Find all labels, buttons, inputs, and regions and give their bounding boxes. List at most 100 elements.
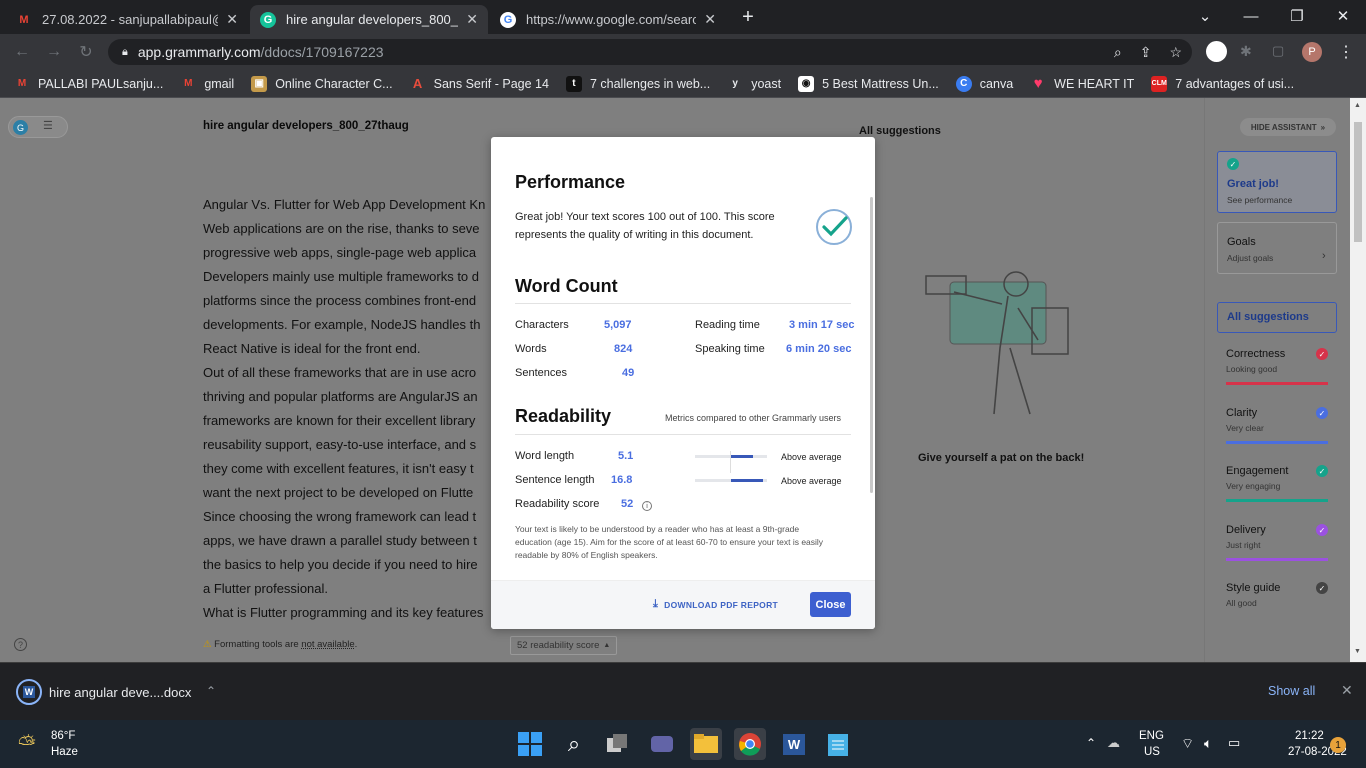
- doc-text-line[interactable]: What is Flutter programming and its key …: [203, 605, 483, 620]
- dialog-scrollbar[interactable]: [870, 197, 873, 493]
- clock-time[interactable]: 21:22: [1295, 730, 1324, 742]
- close-tab-icon[interactable]: ✕: [704, 11, 716, 28]
- help-icon[interactable]: ?: [14, 638, 27, 651]
- back-icon[interactable]: ←: [10, 40, 34, 64]
- search-icon[interactable]: ⌕: [558, 728, 590, 760]
- show-all-button[interactable]: Show all: [1268, 684, 1315, 698]
- scroll-up-icon[interactable]: ▲: [1354, 102, 1361, 109]
- doc-text-line[interactable]: developments. For example, NodeJS handle…: [203, 317, 481, 332]
- delivery-filter[interactable]: Delivery Just right ✓: [1226, 524, 1328, 561]
- bookmark-item[interactable]: y yoast: [727, 75, 781, 92]
- bookmark-item[interactable]: ▣ Online Character C...: [251, 75, 393, 92]
- doc-text-line[interactable]: Angular Vs. Flutter for Web App Developm…: [203, 197, 485, 212]
- close-download-bar-icon[interactable]: ✕: [1341, 682, 1353, 699]
- scroll-down-icon[interactable]: ▼: [1354, 648, 1361, 655]
- hide-assistant-button[interactable]: HIDE ASSISTANT»: [1240, 118, 1336, 136]
- bookmark-item[interactable]: M PALLABI PAULsanju...: [14, 75, 163, 92]
- tab-grammarly[interactable]: G hire angular developers_800_27th ✕: [250, 5, 488, 34]
- doc-text-line[interactable]: thriving and popular platforms are Angul…: [203, 389, 478, 404]
- formatting-link[interactable]: not available: [301, 639, 354, 650]
- page-scrollbar[interactable]: ▲ ▼: [1350, 98, 1366, 662]
- bookmark-item[interactable]: ♥ WE HEART IT: [1030, 75, 1134, 92]
- chrome-icon[interactable]: [734, 728, 766, 760]
- grammarly-menu-button[interactable]: G ☰: [8, 116, 68, 138]
- close-button[interactable]: Close: [810, 592, 851, 617]
- wifi-icon[interactable]: ⌔: [1181, 735, 1194, 753]
- doc-text-line[interactable]: the basics to help you decide if you nee…: [203, 557, 478, 572]
- volume-icon[interactable]: 🔈︎: [1204, 735, 1212, 752]
- region-label[interactable]: US: [1144, 746, 1160, 758]
- extension-icon[interactable]: [1206, 41, 1227, 62]
- close-window-button[interactable]: ✕: [1320, 0, 1366, 32]
- weather-label[interactable]: Haze: [51, 746, 78, 758]
- goals-card[interactable]: Goals Adjust goals ›: [1217, 222, 1337, 274]
- doc-text-line[interactable]: Out of all these frameworks that are in …: [203, 365, 476, 380]
- warning-icon: ⚠: [203, 639, 212, 650]
- side-panel-icon[interactable]: ▢: [1272, 43, 1288, 59]
- menu-icon[interactable]: ⋮: [1338, 42, 1354, 62]
- bookmark-item[interactable]: CLM 7 advantages of usi...: [1151, 75, 1294, 92]
- doc-text-line[interactable]: progressive web apps, single-page web ap…: [203, 245, 476, 260]
- style-guide-filter[interactable]: Style guide All good ✓: [1226, 582, 1328, 608]
- restore-button[interactable]: ❐: [1274, 0, 1320, 32]
- doc-text-line[interactable]: Developers mainly use multiple framework…: [203, 269, 479, 284]
- weather-icon[interactable]: ⛅︎: [18, 731, 36, 757]
- tab-gmail[interactable]: M 27.08.2022 - sanjupallabipaul@g ✕: [6, 5, 248, 34]
- doc-text-line[interactable]: apps, we have drawn a parallel study bet…: [203, 533, 477, 548]
- all-suggestions-filter[interactable]: All suggestions: [1217, 302, 1337, 333]
- start-icon[interactable]: [514, 728, 546, 760]
- close-tab-icon[interactable]: ✕: [226, 11, 238, 28]
- profile-avatar[interactable]: P: [1302, 42, 1322, 62]
- engagement-filter[interactable]: Engagement Very engaging ✓: [1226, 465, 1328, 502]
- minimize-button[interactable]: —: [1228, 0, 1274, 32]
- doc-text-line[interactable]: frameworks are known for their excellent…: [203, 413, 475, 428]
- scrollbar-thumb[interactable]: [1354, 122, 1362, 242]
- doc-text-line[interactable]: they come with excellent features, it is…: [203, 461, 474, 476]
- doc-text-line[interactable]: reusability support, easy-to-use interfa…: [203, 437, 476, 452]
- forward-icon[interactable]: →: [42, 40, 66, 64]
- close-tab-icon[interactable]: ✕: [466, 11, 478, 28]
- language-label[interactable]: ENG: [1139, 730, 1164, 742]
- download-file-name[interactable]: hire angular deve....docx: [49, 685, 191, 700]
- word-app-icon[interactable]: W: [778, 728, 810, 760]
- notepad-icon[interactable]: [822, 728, 854, 760]
- doc-text-line[interactable]: Web applications are on the rise, thanks…: [203, 221, 480, 236]
- doc-text-line[interactable]: want the next project to be developed on…: [203, 485, 473, 500]
- doc-text-line[interactable]: platforms since the process combines fro…: [203, 293, 476, 308]
- reload-icon[interactable]: ↻: [74, 40, 98, 64]
- task-view-icon[interactable]: [602, 728, 634, 760]
- teams-chat-icon[interactable]: [646, 728, 678, 760]
- bookmark-star-icon[interactable]: ☆: [1169, 44, 1182, 61]
- doc-text-line[interactable]: a Flutter professional.: [203, 581, 328, 596]
- info-icon[interactable]: i: [642, 501, 652, 511]
- share-icon[interactable]: ⇪: [1140, 44, 1152, 61]
- onedrive-icon[interactable]: ☁︎: [1107, 735, 1120, 751]
- download-pdf-button[interactable]: ⤓ DOWNLOAD PDF REPORT: [653, 598, 778, 611]
- chevron-up-icon[interactable]: ⌃: [1086, 736, 1096, 750]
- file-explorer-icon[interactable]: [690, 728, 722, 760]
- new-tab-button[interactable]: +: [736, 6, 760, 28]
- battery-icon[interactable]: ▭: [1228, 735, 1240, 751]
- great-job-card[interactable]: ✓ Great job! See performance: [1217, 151, 1337, 213]
- bookmark-item[interactable]: t 7 challenges in web...: [565, 75, 710, 92]
- correctness-filter[interactable]: Correctness Looking good ✓: [1226, 348, 1328, 385]
- bookmark-item[interactable]: ◉ 5 Best Mattress Un...: [798, 75, 939, 92]
- bookmark-item[interactable]: Mgmail: [180, 75, 234, 92]
- document-title[interactable]: hire angular developers_800_27thaug: [203, 120, 409, 132]
- chevron-up-icon[interactable]: ⌃: [206, 684, 216, 698]
- readability-chip[interactable]: 52 readability score ▲: [510, 636, 618, 655]
- notification-badge[interactable]: 1: [1330, 737, 1346, 753]
- address-bar[interactable]: 🔒︎ app.grammarly.com/ddocs/1709167223 ⌕ …: [108, 39, 1192, 65]
- tab-google[interactable]: G https://www.google.com/search? ✕: [490, 5, 726, 34]
- extensions-icon[interactable]: ✱: [1240, 43, 1256, 59]
- doc-text-line[interactable]: Since choosing the wrong framework can l…: [203, 509, 476, 524]
- bookmark-item[interactable]: A Sans Serif - Page 14: [409, 75, 549, 92]
- temperature[interactable]: 86°F: [51, 730, 75, 742]
- tab-search-icon[interactable]: ⌄: [1182, 0, 1228, 32]
- see-performance-link[interactable]: See performance: [1227, 195, 1292, 205]
- bookmark-item[interactable]: Ccanva: [955, 75, 1013, 92]
- clarity-filter[interactable]: Clarity Very clear ✓: [1226, 407, 1328, 444]
- zoom-icon[interactable]: ⌕: [1114, 44, 1122, 61]
- doc-text-line[interactable]: React Native is ideal for the front end.: [203, 341, 421, 356]
- word-count-heading: Word Count: [515, 276, 618, 296]
